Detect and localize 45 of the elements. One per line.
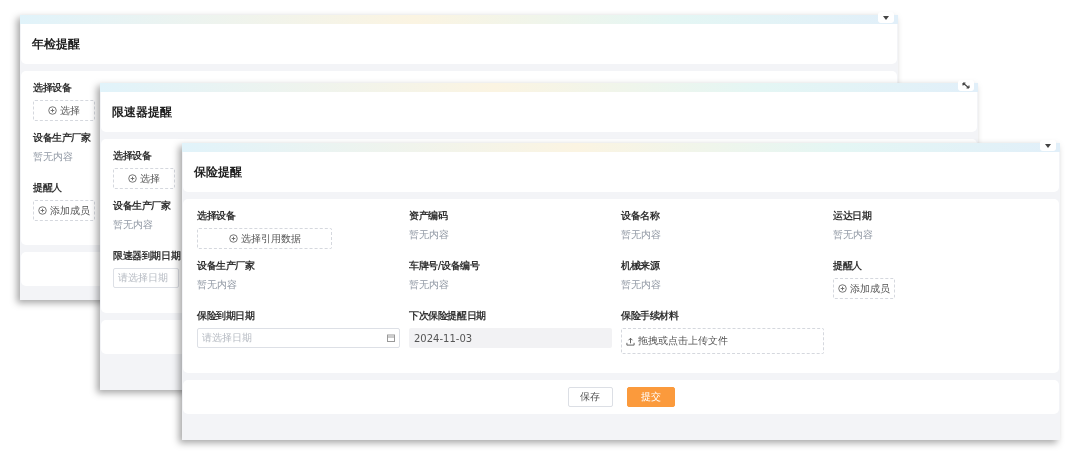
field-label: 保险到期日期 [197,309,255,323]
add-icon [838,284,847,293]
select-data-button[interactable]: 选择 [113,168,175,189]
date-value-field: 2024-11-03 [409,328,612,348]
field-label: 设备名称 [621,209,660,223]
window-title: 年检提醒 [32,35,80,53]
field-label: 保险手续材料 [621,309,679,323]
caret-icon[interactable] [1045,143,1051,148]
save-button[interactable]: 保存 [567,387,613,407]
add-icon [228,234,238,243]
field-value: 暂无内容 [833,228,873,242]
select-data-button[interactable]: 选择 [33,100,95,121]
corner-tab[interactable] [878,12,894,23]
add-icon [38,206,47,215]
upload-button[interactable]: 拖拽或点击上传文件 [621,328,824,354]
field-label: 提醒人 [33,181,62,195]
upload-icon [626,336,635,346]
corner-tab[interactable] [1040,140,1056,151]
field-value: 暂无内容 [621,278,661,292]
field-label: 运达日期 [833,209,872,223]
caret-icon[interactable] [883,15,889,20]
field-label: 车牌号/设备编号 [409,259,480,273]
field-label: 资产编码 [409,209,448,223]
field-label: 设备生产厂家 [33,131,91,145]
add-icon [128,174,137,183]
window-title: 限速器提醒 [112,103,172,121]
corner-tab[interactable] [958,80,974,91]
field-label: 限速器到期日期 [113,249,181,263]
field-label: 设备生产厂家 [197,259,255,273]
field-value: 暂无内容 [621,228,661,242]
field-value: 暂无内容 [409,278,449,292]
add-member-button[interactable]: 添加成员 [33,200,95,221]
field-label: 设备生产厂家 [113,199,171,213]
calendar-icon [387,334,395,342]
field-label: 机械来源 [621,259,660,273]
window-title: 保险提醒 [194,163,242,181]
expand-icon[interactable] [962,82,970,89]
field-label: 下次保险提醒日期 [409,309,486,323]
add-icon [48,106,57,115]
field-label: 选择设备 [197,209,236,223]
field-label: 选择设备 [33,81,72,95]
field-label: 选择设备 [113,149,152,163]
add-member-button[interactable]: 添加成员 [833,278,895,299]
field-label: 提醒人 [833,259,862,273]
select-data-button[interactable]: 选择引用数据 [197,228,332,249]
